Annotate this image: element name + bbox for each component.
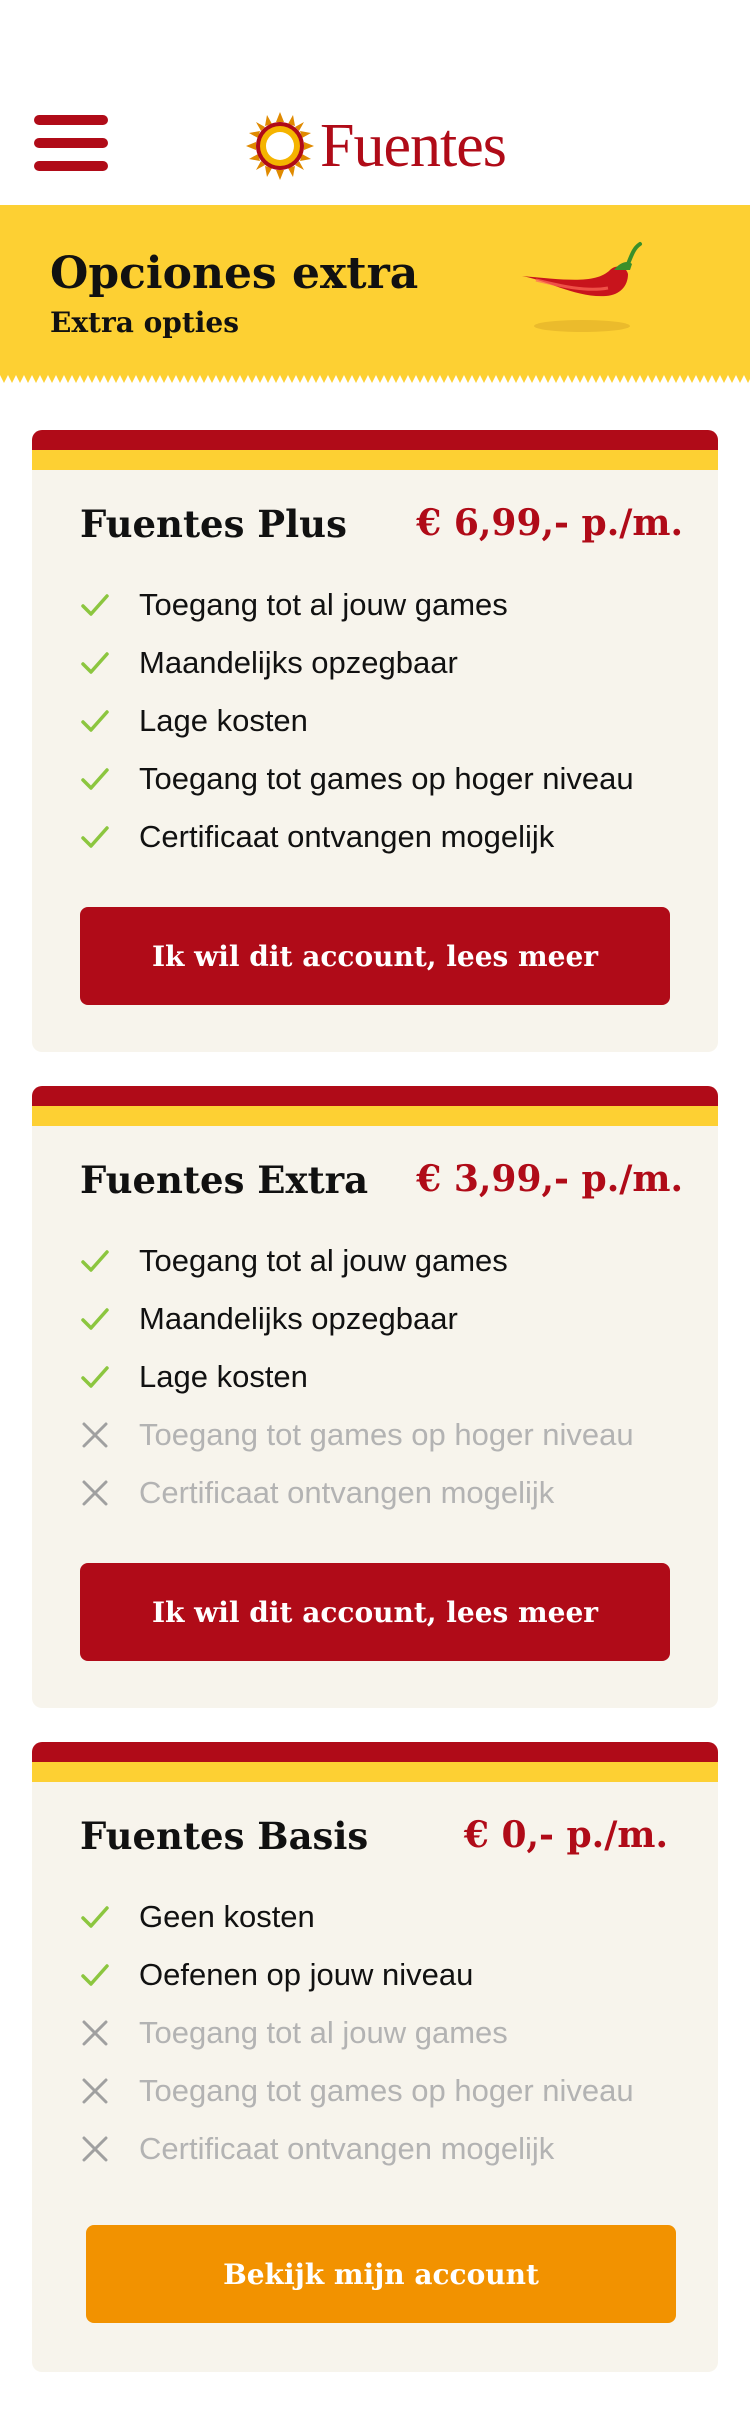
chili-pepper-icon	[522, 242, 642, 332]
view-account-button[interactable]: Bekijk mijn account	[86, 2225, 676, 2323]
check-icon	[80, 706, 122, 736]
plan-title: Fuentes Plus	[80, 502, 347, 546]
feature-list: Toegang tot al jouw games Maandelijks op…	[80, 576, 634, 866]
feature-item: Toegang tot games op hoger niveau	[80, 2062, 634, 2120]
check-icon	[80, 1246, 122, 1276]
plan-extra-cta-button[interactable]: Ik wil dit account, lees meer	[80, 1563, 670, 1661]
banner-subtitle: Extra opties	[50, 306, 240, 339]
plan-card-basis: Fuentes Basis € 0,- p./m. Geen kosten Oe…	[32, 1742, 718, 2372]
plan-card-extra: Fuentes Extra € 3,99,- p./m. Toegang tot…	[32, 1086, 718, 1708]
feature-list: Geen kosten Oefenen op jouw niveau Toega…	[80, 1888, 634, 2178]
sun-logo-icon	[246, 112, 314, 180]
logo[interactable]: Fuentes	[246, 108, 507, 184]
plan-title: Fuentes Basis	[80, 1814, 369, 1858]
plan-price: € 3,99,- p./m.	[416, 1158, 683, 1200]
plan-title: Fuentes Extra	[80, 1158, 369, 1202]
check-icon	[80, 764, 122, 794]
feature-item: Oefenen op jouw niveau	[80, 1946, 634, 2004]
plan-price: € 6,99,- p./m.	[416, 502, 683, 544]
feature-item: Geen kosten	[80, 1888, 634, 1946]
check-icon	[80, 1902, 122, 1932]
check-icon	[80, 1960, 122, 1990]
feature-item: Toegang tot games op hoger niveau	[80, 750, 634, 808]
cross-icon	[80, 2134, 122, 2164]
check-icon	[80, 648, 122, 678]
feature-item: Maandelijks opzegbaar	[80, 634, 634, 692]
logo-text: Fuentes	[320, 112, 507, 180]
feature-item: Certificaat ontvangen mogelijk	[80, 1464, 634, 1522]
cross-icon	[80, 2018, 122, 2048]
feature-list: Toegang tot al jouw games Maandelijks op…	[80, 1232, 634, 1522]
banner-zigzag-edge	[0, 375, 750, 383]
plan-plus-cta-button[interactable]: Ik wil dit account, lees meer	[80, 907, 670, 1005]
feature-item: Toegang tot al jouw games	[80, 576, 634, 634]
feature-item: Maandelijks opzegbaar	[80, 1290, 634, 1348]
plan-card-plus: Fuentes Plus € 6,99,- p./m. Toegang tot …	[32, 430, 718, 1052]
feature-item: Lage kosten	[80, 1348, 634, 1406]
banner-title: Opciones extra	[50, 248, 419, 299]
cross-icon	[80, 2076, 122, 2106]
menu-icon[interactable]	[34, 112, 110, 174]
feature-item: Certificaat ontvangen mogelijk	[80, 2120, 634, 2178]
plan-price: € 0,- p./m.	[463, 1814, 668, 1856]
app-header: Fuentes	[0, 0, 750, 205]
feature-item: Certificaat ontvangen mogelijk	[80, 808, 634, 866]
check-icon	[80, 590, 122, 620]
cross-icon	[80, 1478, 122, 1508]
check-icon	[80, 1304, 122, 1334]
feature-item: Toegang tot al jouw games	[80, 1232, 634, 1290]
feature-item: Lage kosten	[80, 692, 634, 750]
check-icon	[80, 822, 122, 852]
feature-item: Toegang tot games op hoger niveau	[80, 1406, 634, 1464]
check-icon	[80, 1362, 122, 1392]
feature-item: Toegang tot al jouw games	[80, 2004, 634, 2062]
cross-icon	[80, 1420, 122, 1450]
